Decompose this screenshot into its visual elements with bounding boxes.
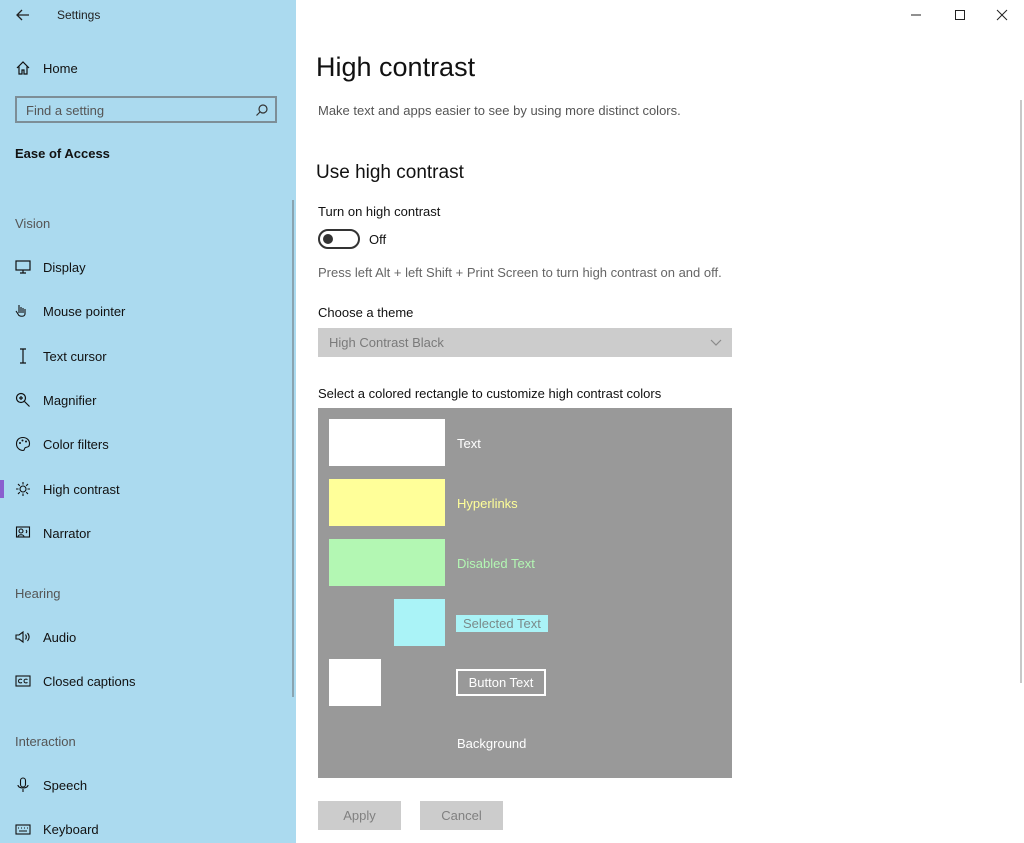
sidebar-item-label: Keyboard [43,821,99,837]
sidebar-item-text-cursor[interactable]: Text cursor [0,340,296,372]
audio-icon [14,628,32,646]
color-filters-icon [14,435,32,453]
main-content: High contrast Make text and apps easier … [296,0,1024,843]
closed-captions-icon [14,672,32,690]
close-button[interactable] [991,4,1013,26]
sidebar: Settings Home Find a setting Ease of Acc… [0,0,296,843]
group-label-interaction: Interaction [15,734,76,749]
sidebar-item-narrator[interactable]: Narrator [0,517,296,549]
group-label-vision: Vision [15,216,51,231]
toggle-state: Off [369,232,387,247]
sidebar-item-label: Audio [43,629,77,645]
apply-button[interactable]: Apply [318,801,401,830]
sidebar-item-label: Display [43,259,86,275]
sidebar-item-color-filters[interactable]: Color filters [0,428,296,460]
selected-text-color-swatch[interactable] [394,599,445,646]
text-color-label: Text [457,436,481,451]
sidebar-item-label: Speech [43,777,88,793]
text-cursor-icon [14,347,32,365]
minimize-button[interactable] [905,4,927,26]
keyboard-icon [14,820,32,838]
page-subtitle: Make text and apps easier to see by usin… [318,103,681,118]
group-label-hearing: Hearing [15,586,61,601]
theme-value: High Contrast Black [329,335,444,350]
cancel-button[interactable]: Cancel [420,801,503,830]
background-color-label[interactable]: Background [457,736,526,751]
sidebar-item-closed-captions[interactable]: Closed captions [0,665,296,697]
sidebar-item-label: Narrator [43,525,91,541]
main-scrollbar[interactable] [1020,100,1022,683]
hyperlinks-color-swatch[interactable] [329,479,445,526]
sidebar-item-label: Home [43,60,78,76]
magnifier-icon [14,391,32,409]
sidebar-item-keyboard[interactable]: Keyboard [0,813,296,843]
maximize-icon [955,10,965,20]
color-palette: Text Hyperlinks Disabled Text Selected T… [318,408,732,778]
theme-dropdown[interactable]: High Contrast Black [318,328,732,357]
search-icon [256,104,268,116]
home-icon [14,59,32,77]
sidebar-item-label: Magnifier [43,392,97,408]
sidebar-item-high-contrast[interactable]: High contrast [0,473,296,505]
disabled-text-color-swatch[interactable] [329,539,445,586]
hyperlinks-color-label: Hyperlinks [457,496,518,511]
minimize-icon [911,14,921,16]
sidebar-item-label: Color filters [43,436,109,452]
selected-text-color-label: Selected Text [456,615,548,632]
display-icon [14,258,32,276]
narrator-icon [14,524,32,542]
sidebar-item-magnifier[interactable]: Magnifier [0,384,296,416]
palette-label: Select a colored rectangle to customize … [318,386,662,401]
button-text-sample[interactable]: Button Text [456,669,546,696]
sidebar-item-display[interactable]: Display [0,251,296,283]
toggle-label: Turn on high contrast [318,204,441,219]
button-text-color-swatch[interactable] [329,659,381,706]
sidebar-item-label: Mouse pointer [43,303,126,319]
close-icon [996,9,1008,21]
back-button[interactable] [12,4,34,26]
sidebar-item-label: Text cursor [43,348,107,364]
back-arrow-icon [16,9,29,21]
sidebar-item-speech[interactable]: Speech [0,769,296,801]
sidebar-scrollbar[interactable] [292,200,294,697]
section-title: Ease of Access [15,146,110,161]
shortcut-hint: Press left Alt + left Shift + Print Scre… [318,265,722,280]
mouse-pointer-icon [14,302,32,320]
sidebar-item-mouse-pointer[interactable]: Mouse pointer [0,295,296,327]
sidebar-item-home[interactable]: Home [0,54,296,82]
maximize-button[interactable] [949,4,971,26]
high-contrast-toggle[interactable] [318,229,360,249]
disabled-text-color-label: Disabled Text [457,556,535,571]
search-placeholder: Find a setting [26,103,105,118]
section-heading: Use high contrast [316,162,464,183]
theme-label: Choose a theme [318,305,414,320]
app-title: Settings [57,8,101,22]
sidebar-item-label: Closed captions [43,673,136,689]
chevron-down-icon [710,339,722,346]
text-color-swatch[interactable] [329,419,445,466]
sidebar-item-label: High contrast [43,481,120,497]
toggle-knob [323,234,333,244]
sidebar-item-audio[interactable]: Audio [0,621,296,653]
speech-icon [14,776,32,794]
high-contrast-icon [14,480,32,498]
search-input[interactable]: Find a setting [15,96,277,123]
page-title: High contrast [316,52,476,82]
